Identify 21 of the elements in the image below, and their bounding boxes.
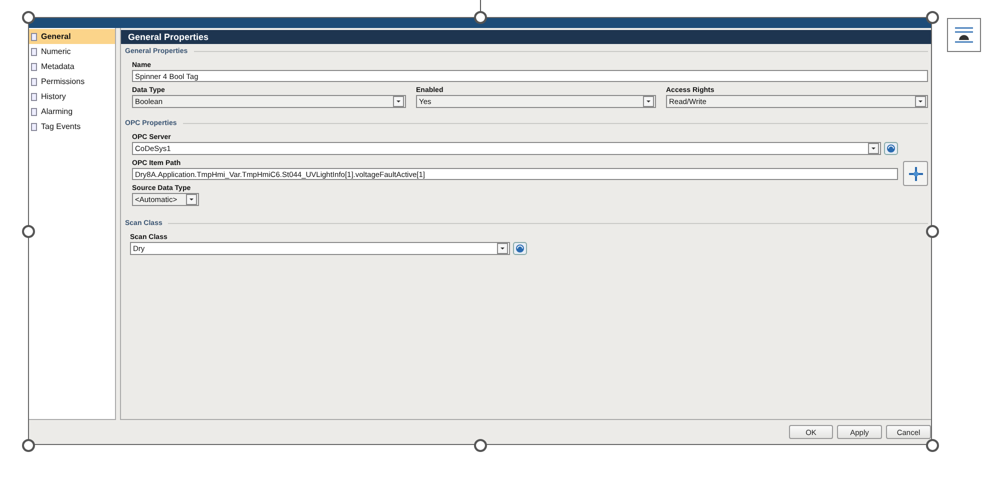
resize-handle[interactable] — [22, 225, 35, 238]
crosshair-icon — [908, 166, 924, 182]
layout-options-icon[interactable] — [947, 18, 981, 52]
resize-handle[interactable] — [926, 225, 939, 238]
refresh-icon[interactable] — [513, 242, 527, 255]
crosshair-button[interactable] — [903, 161, 928, 186]
resize-handle[interactable] — [474, 439, 487, 452]
resize-handle[interactable] — [22, 11, 35, 24]
refresh-icon[interactable] — [884, 142, 898, 155]
sidebar-item[interactable]: History — [29, 89, 115, 104]
sidebar-item[interactable]: Alarming — [29, 104, 115, 119]
resize-handle[interactable] — [474, 11, 487, 24]
sidebar-item[interactable]: Permissions — [29, 74, 115, 89]
resize-handle[interactable] — [926, 11, 939, 24]
sidebar-item[interactable]: Metadata — [29, 59, 115, 74]
sidebar-item[interactable]: Numeric — [29, 44, 115, 59]
resize-handle[interactable] — [926, 439, 939, 452]
sidebar-item[interactable]: General — [29, 29, 115, 44]
panel-header: General Properties — [121, 30, 931, 44]
resize-handle[interactable] — [22, 439, 35, 452]
sidebar-item[interactable]: Tag Events — [29, 119, 115, 134]
